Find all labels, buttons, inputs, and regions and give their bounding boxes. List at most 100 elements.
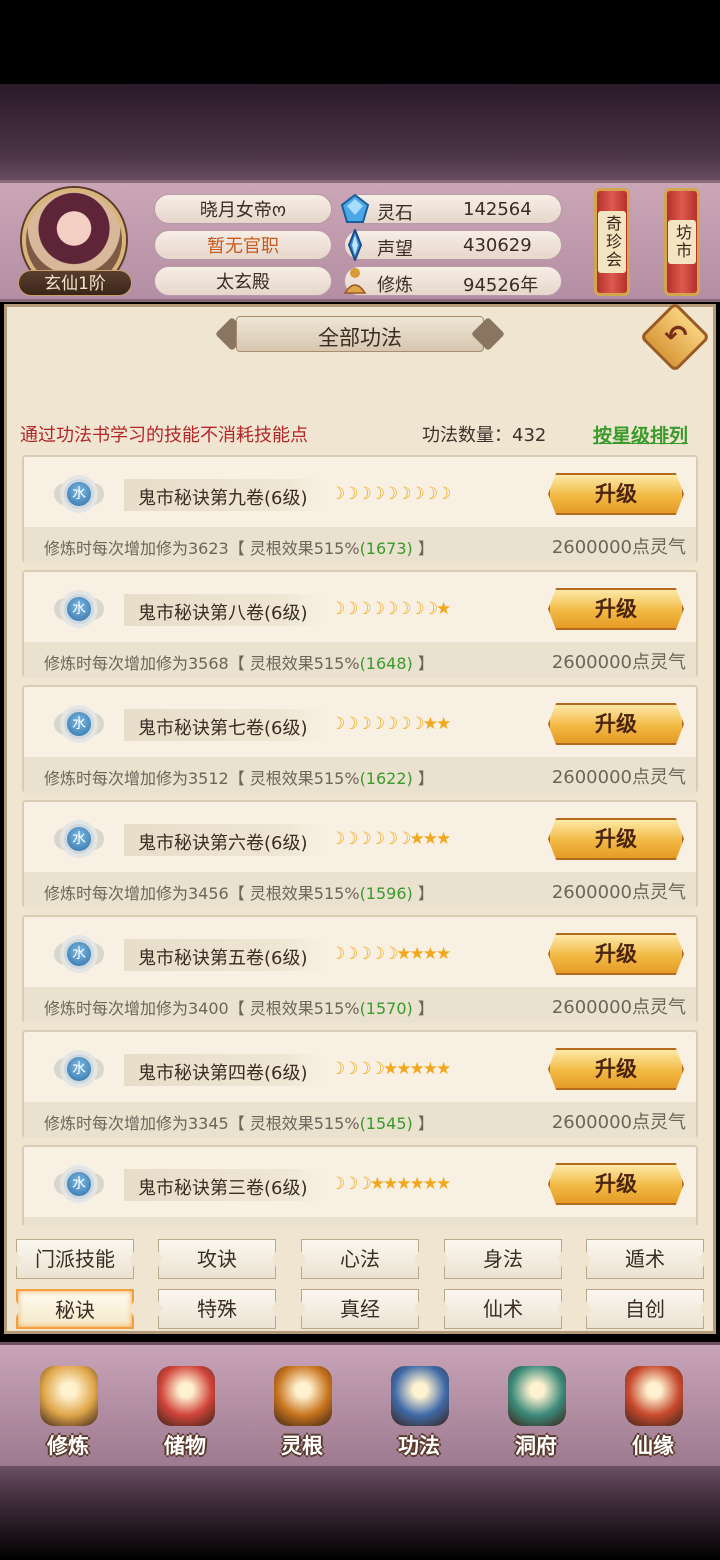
nav-cave-palace[interactable]: 洞府 xyxy=(486,1360,586,1460)
tab-attack[interactable]: 攻诀 xyxy=(158,1239,276,1279)
spirit-root-icon xyxy=(274,1366,332,1426)
nav-cultivation[interactable]: 修炼 xyxy=(18,1360,118,1460)
moon-icon: ☽ xyxy=(356,829,372,849)
moon-icon: ☽ xyxy=(383,599,398,619)
bottom-backdrop xyxy=(0,1466,720,1560)
tab-sect-skills[interactable]: 门派技能 xyxy=(16,1239,134,1279)
moon-icon: ☽ xyxy=(356,599,372,619)
tab-secret-arts[interactable]: 秘诀 xyxy=(16,1289,134,1329)
star-icon: ★ xyxy=(436,599,451,619)
star-icon: ★ xyxy=(422,829,438,849)
resource-label: 声望 xyxy=(377,239,413,260)
upgrade-button[interactable]: 升级 xyxy=(548,1048,684,1090)
panel-title: 全部功法 xyxy=(318,326,402,350)
nav-label: 仙缘 xyxy=(632,1434,674,1458)
nav-skills[interactable]: 功法 xyxy=(369,1360,469,1460)
upgrade-button[interactable]: 升级 xyxy=(548,703,684,745)
market-button[interactable]: 坊市 xyxy=(664,188,700,296)
prestige-crystal-icon xyxy=(347,229,363,261)
nav-label: 功法 xyxy=(398,1434,440,1458)
star-icon: ★ xyxy=(436,1059,451,1079)
moon-icon: ☽ xyxy=(369,829,385,849)
storage-bag-icon xyxy=(157,1366,215,1426)
moon-icon: ☽ xyxy=(369,484,385,504)
skill-detail-row xyxy=(24,1217,696,1225)
upgrade-button[interactable]: 升级 xyxy=(548,473,684,515)
sort-by-star-link[interactable]: 按星级排列 xyxy=(593,421,688,448)
moon-icon: ☽ xyxy=(330,1174,345,1194)
moon-icon: ☽ xyxy=(383,944,398,964)
upgrade-cost: 2600000点灵气 xyxy=(551,652,686,673)
back-arrow-icon: ↶ xyxy=(664,319,688,352)
panel-title-plate: 全部功法 xyxy=(215,314,505,354)
upgrade-cost: 2600000点灵气 xyxy=(551,537,686,558)
star-icon: ★ xyxy=(422,1174,438,1194)
tab-special[interactable]: 特殊 xyxy=(158,1289,276,1329)
moon-icon: ☽ xyxy=(343,714,358,734)
desc-main: 修炼时每次增加修为3623【 灵根效果515% xyxy=(44,539,360,558)
resource-label: 修炼 xyxy=(377,275,413,296)
upgrade-button[interactable]: 升级 xyxy=(548,818,684,860)
nav-label: 灵根 xyxy=(281,1434,323,1458)
nav-spirit-root[interactable]: 灵根 xyxy=(252,1360,352,1460)
skill-description: 修炼时每次增加修为3456【 灵根效果515%(1596) 】 xyxy=(44,880,434,904)
moon-icon: ☽ xyxy=(356,484,372,504)
resource-label: 灵石 xyxy=(377,203,413,224)
tab-mind-method[interactable]: 心法 xyxy=(301,1239,419,1279)
moon-icon: ☽ xyxy=(409,714,425,734)
skill-list[interactable]: 水 鬼市秘诀第九卷(6级) ☽☽☽☽☽☽☽☽☽ 升级 修炼时每次增加修为3623… xyxy=(22,455,698,1225)
desc-bonus: (1545) xyxy=(359,1114,413,1133)
tab-escape[interactable]: 遁术 xyxy=(586,1239,704,1279)
skill-description: 修炼时每次增加修为3568【 灵根效果515%(1648) 】 xyxy=(44,650,434,674)
skill-description: 修炼时每次增加修为3512【 灵根效果515%(1622) 】 xyxy=(44,765,434,789)
nav-immortal-fate[interactable]: 仙缘 xyxy=(603,1360,703,1460)
skill-name: 鬼市秘诀第六卷(6级) xyxy=(138,833,308,854)
upgrade-button[interactable]: 升级 xyxy=(548,588,684,630)
water-element-icon: 水 xyxy=(64,1054,94,1084)
nav-label: 储物 xyxy=(164,1434,206,1458)
skill-card: 水 鬼市秘诀第九卷(6级) ☽☽☽☽☽☽☽☽☽ 升级 修炼时每次增加修为3623… xyxy=(22,455,698,563)
skill-star-rating: ☽☽☽☽☽☽☽★★ xyxy=(330,714,451,734)
skill-description: 修炼时每次增加修为3345【 灵根效果515%(1545) 】 xyxy=(44,1110,434,1134)
star-icon: ★ xyxy=(396,944,411,964)
treasure-fair-button[interactable]: 奇珍会 xyxy=(594,188,630,296)
resource-value: 430629 xyxy=(463,235,532,256)
tab-movement[interactable]: 身法 xyxy=(444,1239,562,1279)
moon-icon: ☽ xyxy=(396,484,411,504)
star-icon: ★ xyxy=(396,1059,411,1079)
water-element-icon: 水 xyxy=(64,479,94,509)
skill-name: 鬼市秘诀第五卷(6级) xyxy=(138,948,308,969)
moon-icon: ☽ xyxy=(343,944,358,964)
moon-icon: ☽ xyxy=(343,1059,358,1079)
upgrade-cost: 2600000点灵气 xyxy=(551,997,686,1018)
moon-icon: ☽ xyxy=(369,714,385,734)
skill-star-rating: ☽☽☽★★★★★★ xyxy=(330,1174,451,1194)
upgrade-button[interactable]: 升级 xyxy=(548,933,684,975)
tab-true-scripture[interactable]: 真经 xyxy=(301,1289,419,1329)
skill-name: 鬼市秘诀第七卷(6级) xyxy=(138,718,308,739)
moon-icon: ☽ xyxy=(356,1174,372,1194)
resource-value: 142564 xyxy=(463,199,532,220)
skill-description: 修炼时每次增加修为3623【 灵根效果515%(1673) 】 xyxy=(44,535,434,559)
moon-icon: ☽ xyxy=(330,714,345,734)
star-icon: ★ xyxy=(422,1059,438,1079)
upgrade-button[interactable]: 升级 xyxy=(548,1163,684,1205)
tab-self-created[interactable]: 自创 xyxy=(586,1289,704,1329)
star-icon: ★ xyxy=(409,944,425,964)
desc-main: 修炼时每次增加修为3568【 灵根效果515% xyxy=(44,654,360,673)
desc-end: 】 xyxy=(412,1114,434,1133)
moon-icon: ☽ xyxy=(330,599,345,619)
tab-immortal-arts[interactable]: 仙术 xyxy=(444,1289,562,1329)
moon-icon: ☽ xyxy=(396,599,411,619)
skill-name: 鬼市秘诀第八卷(6级) xyxy=(138,603,308,624)
player-rank: 玄仙1阶 xyxy=(18,270,132,296)
moon-icon: ☽ xyxy=(369,599,385,619)
nav-storage[interactable]: 储物 xyxy=(135,1360,235,1460)
cave-palace-icon xyxy=(508,1366,566,1426)
moon-icon: ☽ xyxy=(396,714,411,734)
water-element-icon: 水 xyxy=(64,824,94,854)
moon-icon: ☽ xyxy=(369,944,385,964)
skill-card: 水 鬼市秘诀第五卷(6级) ☽☽☽☽☽★★★★ 升级 修炼时每次增加修为3400… xyxy=(22,915,698,1023)
star-icon: ★ xyxy=(436,829,451,849)
spirit-stone-icon xyxy=(340,193,370,223)
